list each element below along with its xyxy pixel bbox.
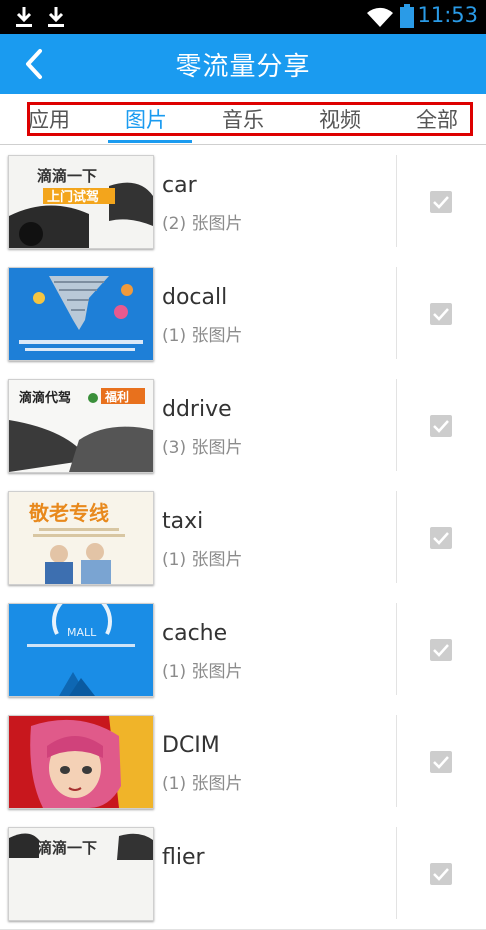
list-item[interactable]: 滴滴代驾 福利 ddrive (3) 张图片 [0,369,486,482]
battery-icon [400,4,414,28]
svg-text:滴滴一下: 滴滴一下 [37,839,97,857]
list-item[interactable]: 敬老专线 taxi (1) 张图片 [0,481,486,594]
image-count: (2) 张图片 [162,214,243,234]
tabs-highlight-box [27,102,473,136]
select-checkbox[interactable] [430,415,452,437]
svg-text:MALL: MALL [67,626,97,639]
image-count: (1) 张图片 [162,326,243,346]
svg-text:滴滴代驾: 滴滴代驾 [19,390,71,406]
folder-name: car [162,173,197,198]
folder-thumbnail: 滴滴代驾 福利 [8,379,154,473]
download-icon [16,7,32,27]
folder-name: cache [162,621,228,646]
folder-name: flier [162,845,205,870]
folder-name: DCIM [162,733,220,758]
divider [396,603,397,695]
divider [396,715,397,807]
folder-name: docall [162,285,228,310]
image-count: (1) 张图片 [162,662,243,682]
select-checkbox[interactable] [430,639,452,661]
tab-bar: 应用 图片 音乐 视频 全部 [0,94,486,145]
title-bar: 零流量分享 [0,34,486,94]
image-count: (3) 张图片 [162,438,243,458]
folder-thumbnail [8,715,154,809]
list-item[interactable]: DCIM (1) 张图片 [0,705,486,818]
folder-name: taxi [162,509,204,534]
image-count: (1) 张图片 [162,550,243,570]
svg-text:福利: 福利 [104,389,129,404]
folder-thumbnail: 滴滴一下 [8,827,154,921]
folder-name: ddrive [162,397,232,422]
list-item[interactable]: MALL cache (1) 张图片 [0,593,486,706]
page-title: 零流量分享 [175,52,311,82]
svg-text:上门试驾: 上门试驾 [47,189,99,205]
list-item[interactable]: docall (1) 张图片 [0,257,486,370]
wifi-icon [367,7,393,27]
divider [396,267,397,359]
folder-thumbnail: 滴滴一下 上门试驾 [8,155,154,249]
divider [396,155,397,247]
active-tab-indicator [108,140,192,143]
svg-text:滴滴一下: 滴滴一下 [37,167,97,185]
list-item[interactable]: 滴滴一下 flier [0,817,486,930]
status-time: 11:53 [417,3,478,27]
list-item[interactable]: 滴滴一下 上门试驾 car (2) 张图片 [0,145,486,258]
status-bar: 11:53 [0,0,486,34]
folder-thumbnail [8,267,154,361]
folder-thumbnail: 敬老专线 [8,491,154,585]
divider [396,491,397,583]
select-checkbox[interactable] [430,303,452,325]
select-checkbox[interactable] [430,751,452,773]
divider [396,827,397,919]
download-icon [48,7,64,27]
select-checkbox[interactable] [430,527,452,549]
select-checkbox[interactable] [430,863,452,885]
folder-thumbnail: MALL [8,603,154,697]
select-checkbox[interactable] [430,191,452,213]
image-count: (1) 张图片 [162,774,243,794]
svg-text:敬老专线: 敬老专线 [28,501,109,525]
divider [396,379,397,471]
